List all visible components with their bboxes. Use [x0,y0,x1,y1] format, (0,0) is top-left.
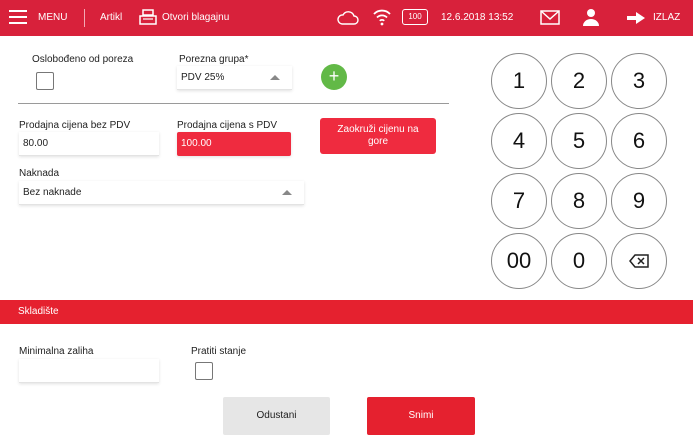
keypad-0[interactable]: 0 [551,233,607,289]
top-bar: MENU Artikl Otvori blagajnu 100 12.6.201… [0,0,693,36]
keypad-5[interactable]: 5 [551,113,607,169]
fee-value: Bez naknade [23,187,82,198]
warehouse-section-title: Skladište [18,306,59,317]
keypad-00[interactable]: 00 [491,233,547,289]
keypad-backspace[interactable] [611,233,667,289]
track-stock-label: Pratiti stanje [191,346,247,357]
open-cash-register-link[interactable]: Otvori blagajnu [162,12,229,23]
wifi-icon [373,9,391,26]
divider [18,103,449,104]
keypad-3[interactable]: 3 [611,53,667,109]
separator [84,9,85,27]
price-without-vat-input[interactable]: 80.00 [19,132,159,156]
battery-indicator: 100 [402,9,428,25]
cash-register-icon[interactable] [139,9,157,25]
tax-free-label: Oslobođeno od poreza [32,54,134,65]
save-button[interactable]: Snimi [367,397,475,435]
artikl-tab[interactable]: Artikl [100,12,122,23]
tax-group-value: PDV 25% [181,72,225,83]
keypad-6[interactable]: 6 [611,113,667,169]
datetime: 12.6.2018 13:52 [441,12,514,23]
menu-icon[interactable] [9,10,27,24]
tax-group-label: Porezna grupa* [179,54,249,65]
caret-up-icon [270,75,280,80]
track-stock-checkbox[interactable] [195,362,213,380]
min-stock-input[interactable] [19,359,159,383]
price-with-vat-label: Prodajna cijena s PDV [177,120,278,131]
price-without-vat-label: Prodajna cijena bez PDV [19,120,131,131]
warehouse-section-header: Skladište [0,300,693,324]
menu-label[interactable]: MENU [38,12,67,23]
min-stock-label: Minimalna zaliha [19,346,94,357]
price-with-vat-input[interactable]: 100.00 [177,132,291,156]
cloud-icon [337,11,359,25]
mail-icon[interactable] [540,10,560,25]
keypad-4[interactable]: 4 [491,113,547,169]
keypad-7[interactable]: 7 [491,173,547,229]
round-price-up-button[interactable]: Zaokruži cijenu na gore [320,118,436,154]
user-icon[interactable] [582,8,600,26]
keypad-1[interactable]: 1 [491,53,547,109]
keypad-8[interactable]: 8 [551,173,607,229]
keypad-2[interactable]: 2 [551,53,607,109]
main-content: Oslobođeno od poreza Porezna grupa* PDV … [0,36,693,435]
caret-up-icon [282,190,292,195]
fee-select[interactable]: Bez naknade [19,181,304,205]
logout-arrow-icon[interactable] [626,11,646,25]
backspace-icon [629,254,649,268]
add-tax-group-button[interactable]: + [321,64,347,90]
fee-label: Naknada [19,168,60,179]
tax-group-select[interactable]: PDV 25% [177,66,292,90]
cancel-button[interactable]: Odustani [223,397,330,435]
logout-label[interactable]: IZLAZ [653,12,680,23]
keypad-9[interactable]: 9 [611,173,667,229]
tax-free-checkbox[interactable] [36,72,54,90]
